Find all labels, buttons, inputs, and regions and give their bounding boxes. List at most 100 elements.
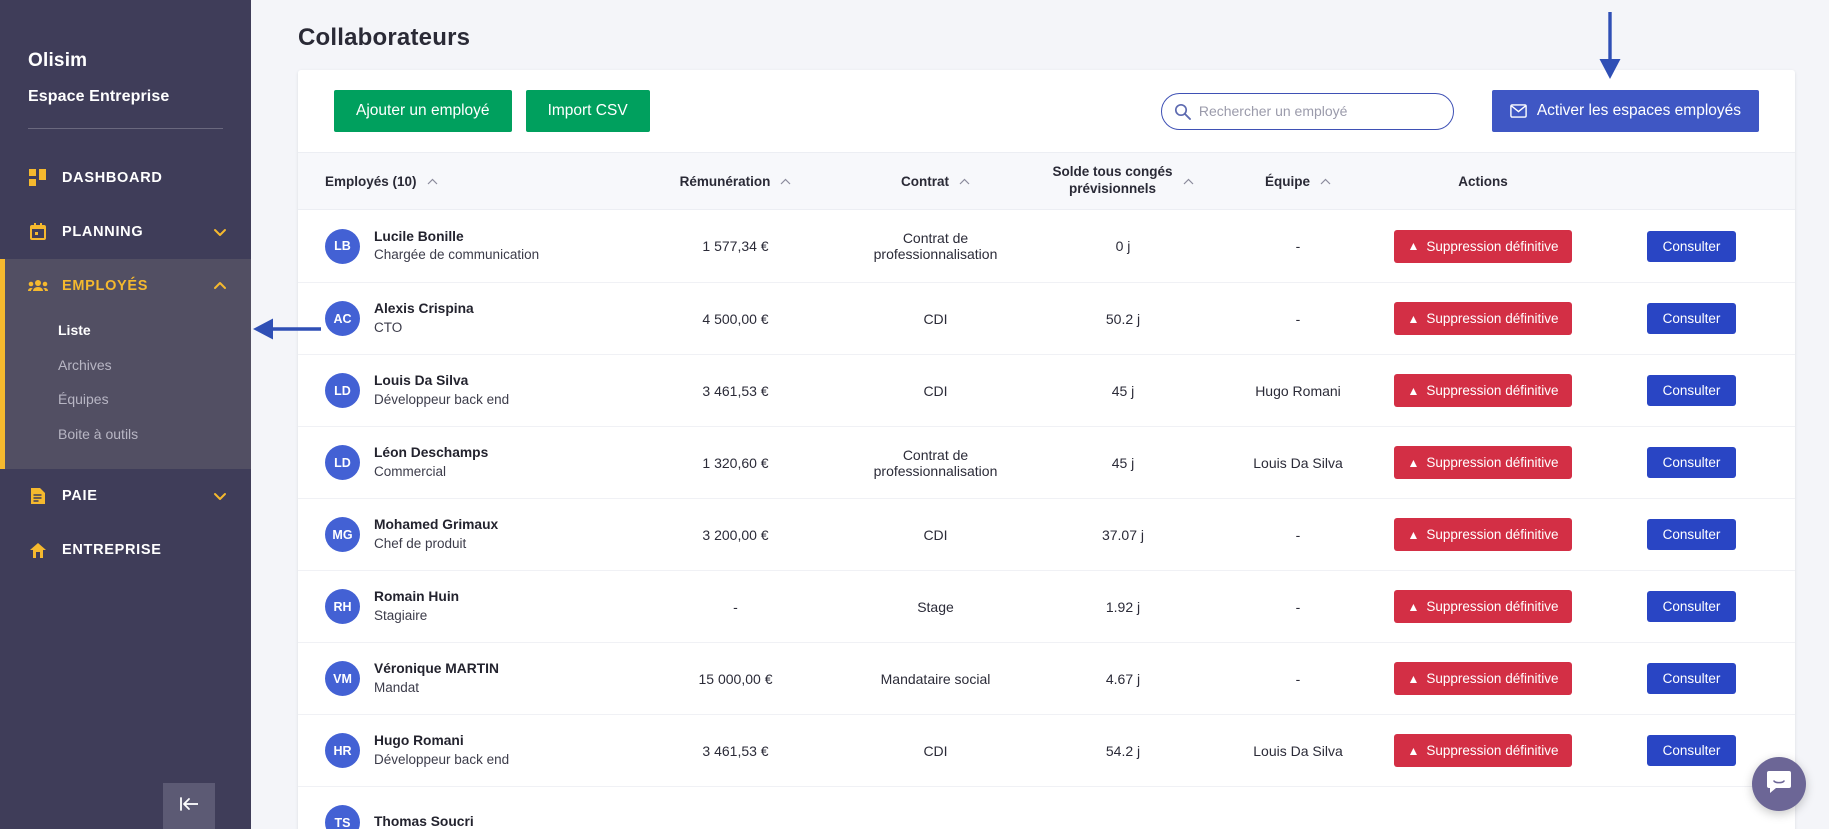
- avatar: TS: [325, 805, 360, 829]
- view-employee-button[interactable]: Consulter: [1646, 735, 1737, 766]
- table-row[interactable]: RH Romain Huin Stagiaire - Stage 1.92 j - ▲ Supp…: [298, 570, 1795, 642]
- view-employee-button[interactable]: Consulter: [1646, 447, 1737, 478]
- avatar: MG: [325, 517, 360, 552]
- import-csv-button[interactable]: Import CSV: [525, 90, 650, 132]
- sidebar-group-paie: PAIE: [0, 469, 251, 523]
- chevron-up-icon[interactable]: [213, 279, 227, 293]
- table-row[interactable]: LD Léon Deschamps Commercial 1 320,60 € Cont…: [298, 426, 1795, 498]
- employee-identity: Mohamed Grimaux Chef de produit: [374, 516, 498, 553]
- delete-cell: ▲ Suppression définitive: [1378, 734, 1588, 767]
- table-row[interactable]: AC Alexis Crispina CTO 4 500,00 € CDI 50.2 j -…: [298, 282, 1795, 354]
- view-employee-button[interactable]: Consulter: [1646, 663, 1737, 694]
- sort-asc-icon[interactable]: [1320, 178, 1331, 185]
- column-header-contract[interactable]: Contrat: [843, 174, 1028, 189]
- delete-employee-label: Suppression définitive: [1426, 455, 1559, 470]
- warning-triangle-icon: ▲: [1407, 311, 1420, 326]
- view-employee-button[interactable]: Consulter: [1646, 519, 1737, 550]
- warning-triangle-icon: ▲: [1407, 239, 1420, 253]
- delete-employee-button[interactable]: ▲ Suppression définitive: [1393, 518, 1573, 551]
- sidebar-group-entreprise: ENTREPRISE: [0, 523, 251, 577]
- delete-employee-button[interactable]: ▲ Suppression définitive: [1393, 374, 1573, 407]
- app-root: Olisim Espace Entreprise DASHBOARD PLANN…: [0, 0, 1829, 829]
- remuneration-cell: 3 461,53 €: [702, 742, 769, 759]
- sidebar-item-archives[interactable]: Archives: [0, 348, 251, 383]
- sidebar-item-planning-label: PLANNING: [62, 224, 144, 240]
- sidebar-item-dashboard-label: DASHBOARD: [62, 170, 163, 186]
- table-row[interactable]: LB Lucile Bonille Chargée de communication…: [298, 210, 1795, 282]
- activate-employee-spaces-button[interactable]: Activer les espaces employés: [1491, 90, 1759, 132]
- delete-employee-button[interactable]: ▲ Suppression définitive: [1393, 446, 1573, 479]
- activate-employee-spaces-label: Activer les espaces employés: [1536, 102, 1741, 119]
- chevron-down-icon[interactable]: [213, 225, 227, 239]
- team-cell: -: [1295, 310, 1301, 327]
- view-cell: Consulter: [1588, 663, 1795, 694]
- delete-employee-label: Suppression définitive: [1426, 383, 1559, 398]
- team-cell: -: [1295, 598, 1301, 615]
- column-header-team[interactable]: Équipe: [1218, 174, 1378, 189]
- sidebar-item-liste[interactable]: Liste: [0, 313, 251, 348]
- leave-balance-cell: 37.07 j: [1101, 526, 1145, 543]
- delete-cell: ▲ Suppression définitive: [1378, 662, 1588, 695]
- delete-employee-button[interactable]: ▲ Suppression définitive: [1393, 590, 1573, 623]
- sidebar-item-boite-a-outils[interactable]: Boite à outils: [0, 417, 251, 452]
- employee-cell: TS Thomas Soucri: [298, 805, 628, 829]
- add-employee-button[interactable]: Ajouter un employé: [334, 90, 512, 132]
- brand-block: Olisim Espace Entreprise: [0, 0, 251, 106]
- delete-employee-label: Suppression définitive: [1426, 599, 1559, 614]
- leave-line-2: prévisionnels: [1068, 181, 1157, 196]
- sidebar-item-dashboard[interactable]: DASHBOARD: [0, 151, 251, 205]
- delete-employee-button[interactable]: ▲ Suppression définitive: [1393, 229, 1573, 263]
- team-cell: Louis Da Silva: [1253, 742, 1343, 759]
- delete-cell: ▲ Suppression définitive: [1378, 229, 1588, 263]
- sort-asc-icon[interactable]: [780, 178, 791, 185]
- delete-cell: ▲ Suppression définitive: [1378, 302, 1588, 335]
- table-row[interactable]: MG Mohamed Grimaux Chef de produit 3 200,00…: [298, 498, 1795, 570]
- sidebar-item-planning[interactable]: PLANNING: [0, 205, 251, 259]
- column-header-remuneration[interactable]: Rémunération: [628, 174, 843, 189]
- warning-triangle-icon: ▲: [1407, 455, 1420, 470]
- avatar: RH: [325, 589, 360, 624]
- delete-employee-button[interactable]: ▲ Suppression définitive: [1393, 662, 1573, 695]
- sidebar-item-employees[interactable]: EMPLOYÉS: [0, 259, 251, 313]
- leave-balance-cell: 0 j: [1115, 238, 1131, 254]
- sidebar-item-entreprise[interactable]: ENTREPRISE: [0, 523, 251, 577]
- view-employee-button[interactable]: Consulter: [1646, 591, 1737, 622]
- sidebar-divider: [28, 128, 223, 129]
- chevron-down-icon[interactable]: [213, 489, 227, 503]
- view-cell: Consulter: [1588, 591, 1795, 622]
- leave-balance-cell: 4.67 j: [1105, 670, 1141, 687]
- table-row[interactable]: VM Véronique MARTIN Mandat 15 000,00 € Manda…: [298, 642, 1795, 714]
- delete-employee-label: Suppression définitive: [1426, 671, 1559, 686]
- delete-employee-label: Suppression définitive: [1426, 743, 1559, 758]
- column-header-employees[interactable]: Employés (10): [298, 174, 628, 189]
- view-cell: Consulter: [1588, 375, 1795, 406]
- remuneration-cell: 15 000,00 €: [698, 670, 773, 687]
- view-employee-button[interactable]: Consulter: [1646, 230, 1737, 262]
- search-input[interactable]: [1198, 103, 1439, 119]
- avatar: VM: [325, 661, 360, 696]
- contract-cell: CDI: [923, 310, 948, 327]
- table-header-row: Employés (10) Rémunération Contrat Solde…: [298, 153, 1795, 210]
- delete-employee-button[interactable]: ▲ Suppression définitive: [1393, 302, 1573, 335]
- chat-launcher-button[interactable]: [1752, 757, 1806, 811]
- sidebar-item-equipes[interactable]: Équipes: [0, 382, 251, 417]
- sort-asc-icon[interactable]: [959, 178, 970, 185]
- employee-identity: Louis Da Silva Développeur back end: [374, 372, 509, 409]
- delete-employee-button[interactable]: ▲ Suppression définitive: [1393, 734, 1573, 767]
- view-employee-button[interactable]: Consulter: [1646, 303, 1737, 334]
- leave-balance-cell: 54.2 j: [1105, 742, 1141, 759]
- employee-cell: MG Mohamed Grimaux Chef de produit: [298, 516, 628, 553]
- table-row[interactable]: HR Hugo Romani Développeur back end 3 461,5…: [298, 714, 1795, 786]
- search-box[interactable]: [1160, 92, 1454, 130]
- view-employee-button[interactable]: Consulter: [1646, 375, 1737, 406]
- view-cell: Consulter: [1588, 519, 1795, 550]
- table-row[interactable]: LD Louis Da Silva Développeur back end 3 46…: [298, 354, 1795, 426]
- sidebar-collapse-button[interactable]: [163, 783, 215, 829]
- column-header-leave-balance[interactable]: Solde tous congés prévisionnels: [1028, 164, 1218, 198]
- sort-asc-icon[interactable]: [427, 178, 438, 185]
- column-header-actions: Actions: [1378, 174, 1588, 189]
- sidebar-item-paie[interactable]: PAIE: [0, 469, 251, 523]
- sort-asc-icon[interactable]: [1183, 178, 1194, 185]
- employee-name: Léon Deschamps: [374, 445, 489, 461]
- table-row[interactable]: TS Thomas Soucri: [298, 786, 1795, 829]
